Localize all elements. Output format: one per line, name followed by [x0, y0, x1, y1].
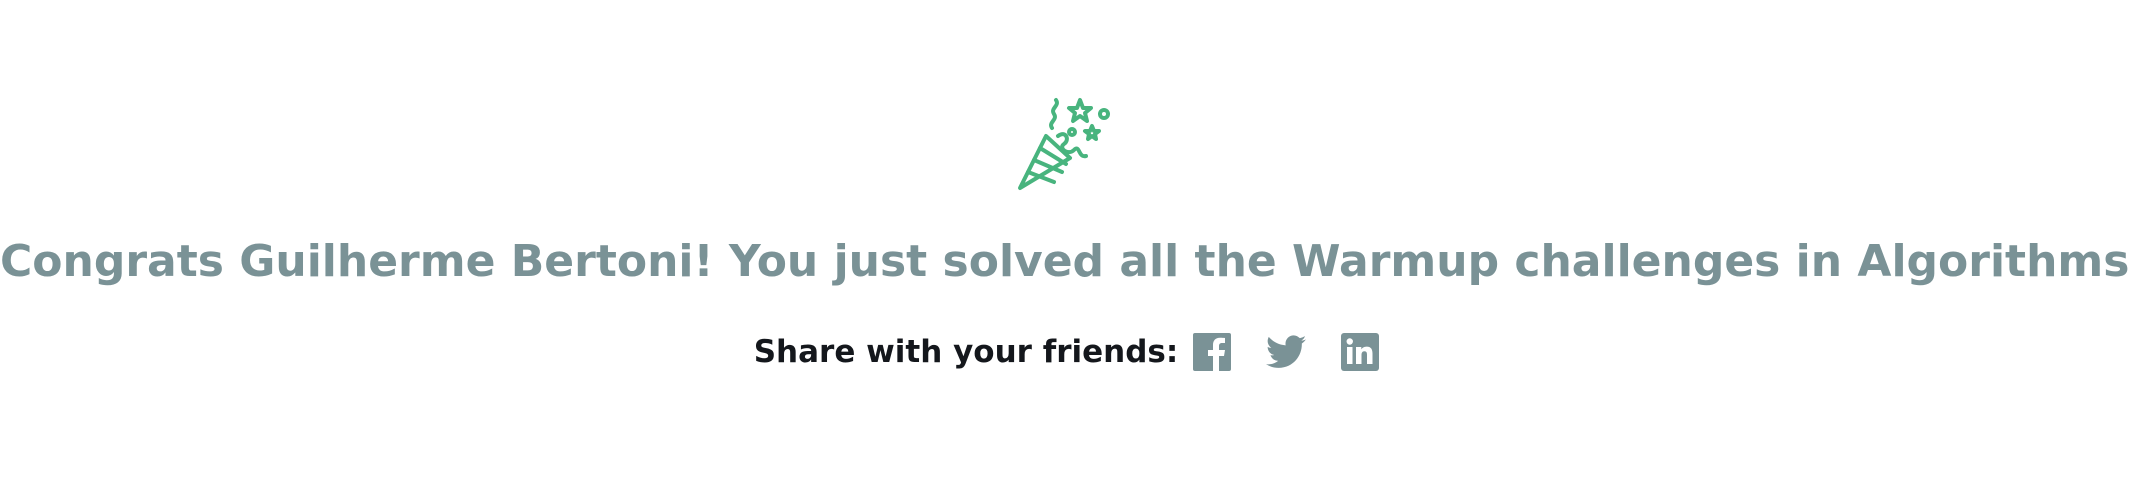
congrats-banner: Congrats Guilherme Bertoni! You just sol…	[0, 0, 2134, 480]
share-label: Share with your friends:	[753, 334, 1179, 370]
linkedin-icon	[1341, 333, 1380, 371]
twitter-icon	[1266, 335, 1307, 368]
share-row: Share with your friends:	[0, 330, 2134, 374]
facebook-share-button[interactable]	[1192, 332, 1232, 372]
twitter-share-button[interactable]	[1266, 332, 1307, 372]
facebook-icon	[1193, 333, 1232, 371]
linkedin-share-button[interactable]	[1340, 332, 1380, 372]
party-popper-icon	[1008, 96, 1128, 196]
congrats-message: Congrats Guilherme Bertoni! You just sol…	[0, 236, 2134, 287]
